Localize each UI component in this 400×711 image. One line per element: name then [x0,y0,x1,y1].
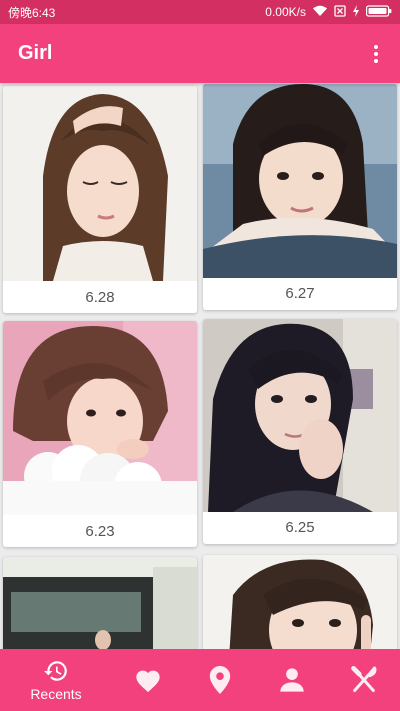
photo-card[interactable]: 6.27 [203,84,397,310]
nav-recents[interactable]: Recents [0,658,112,702]
nav-profile[interactable] [256,666,328,694]
charging-icon [352,4,360,20]
photo-date: 6.23 [85,523,115,540]
location-pin-icon [209,666,231,694]
no-sim-icon [334,4,346,20]
more-vert-icon[interactable] [364,42,388,66]
portrait-photo [203,84,397,278]
fork-knife-icon [350,666,378,694]
photo-grid[interactable]: 6.28 6.27 6.23 6.25 [0,83,400,649]
status-time: 傍晚6:43 [8,5,56,20]
photo-card[interactable]: 6.25 [203,319,397,544]
nav-food[interactable] [328,666,400,694]
photo-card[interactable]: 6.28 [3,86,197,313]
nav-recents-label: Recents [30,686,82,702]
portrait-photo [3,86,197,281]
photo-card[interactable] [3,557,197,649]
portrait-photo [203,319,397,512]
portrait-photo [203,555,397,649]
history-icon [43,658,69,684]
photo-date: 6.28 [85,289,115,306]
person-icon [278,666,306,694]
app-title: Girl [18,42,53,64]
nav-location[interactable] [184,666,256,694]
network-speed: 0.00K/s [265,5,306,19]
portrait-photo [3,321,197,515]
heart-icon [134,667,162,693]
wifi-icon [312,5,328,20]
photo-card[interactable]: 6.23 [3,321,197,547]
photo-date: 6.27 [285,285,315,302]
app-bar: Girl [0,24,400,83]
bottom-navigation: Recents [0,649,400,711]
nav-favorites[interactable] [112,667,184,693]
photo-card[interactable] [203,555,397,649]
status-bar: 傍晚6:43 0.00K/s [0,0,400,24]
photo-date: 6.25 [285,519,315,536]
battery-icon [366,4,392,20]
portrait-photo [3,557,197,649]
